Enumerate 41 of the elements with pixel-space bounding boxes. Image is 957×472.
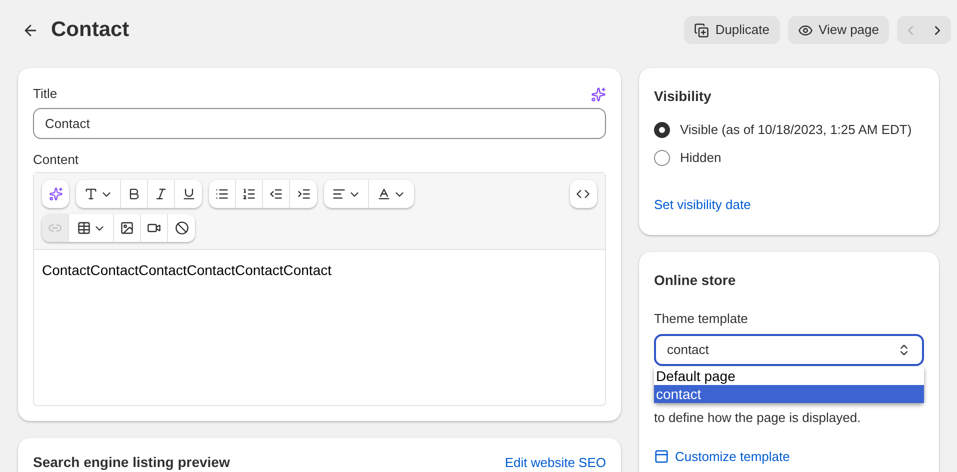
edit-seo-link[interactable]: Edit website SEO [504, 455, 606, 470]
italic-icon [154, 187, 168, 201]
radio-label: Visible (as of 10/18/2023, 1:25 AM EDT) [680, 121, 912, 140]
help-text: to define how the page is displayed. [654, 408, 862, 427]
code-icon [576, 187, 590, 201]
eye-icon [798, 22, 813, 38]
radio-button[interactable] [654, 122, 670, 138]
align-left-icon [332, 187, 346, 201]
field-label: Theme template [654, 310, 749, 328]
radio-button[interactable] [654, 150, 670, 166]
dropdown-option[interactable]: contact [654, 384, 924, 402]
duplicate-button[interactable]: Duplicate [684, 16, 780, 44]
ban-icon [174, 221, 188, 235]
page-title: Contact [51, 17, 130, 44]
image-icon [120, 221, 134, 235]
card-title: Search engine listing preview [33, 455, 230, 470]
text-color-icon [377, 187, 391, 201]
bullet-list-icon [215, 187, 229, 201]
set-visibility-date-link[interactable]: Set visibility date [654, 195, 924, 214]
sparkles-icon[interactable] [590, 86, 606, 102]
numbered-list-icon [242, 187, 256, 201]
sparkles-icon [48, 187, 62, 201]
bold-icon [127, 187, 141, 201]
outdent-icon [269, 187, 283, 201]
card-title: Online store [654, 271, 737, 287]
font-icon [84, 187, 98, 201]
view-page-button[interactable]: View page [788, 16, 889, 44]
card-title: Visibility [654, 87, 712, 103]
template-icon [654, 449, 669, 464]
title-field[interactable]: Contact [33, 108, 606, 139]
field-label: Title [33, 85, 58, 104]
copy-plus-icon [694, 22, 710, 38]
radio-label: Hidden [680, 149, 722, 168]
underline-icon [182, 187, 196, 201]
customize-template-link[interactable]: Customize template [654, 447, 790, 466]
indent-icon [296, 187, 310, 201]
table-icon [76, 221, 90, 235]
dropdown-option[interactable]: Default page [654, 366, 924, 384]
video-camera-icon [147, 221, 161, 235]
field-label: Content [33, 151, 80, 166]
theme-template-select[interactable]: contact [654, 334, 924, 366]
